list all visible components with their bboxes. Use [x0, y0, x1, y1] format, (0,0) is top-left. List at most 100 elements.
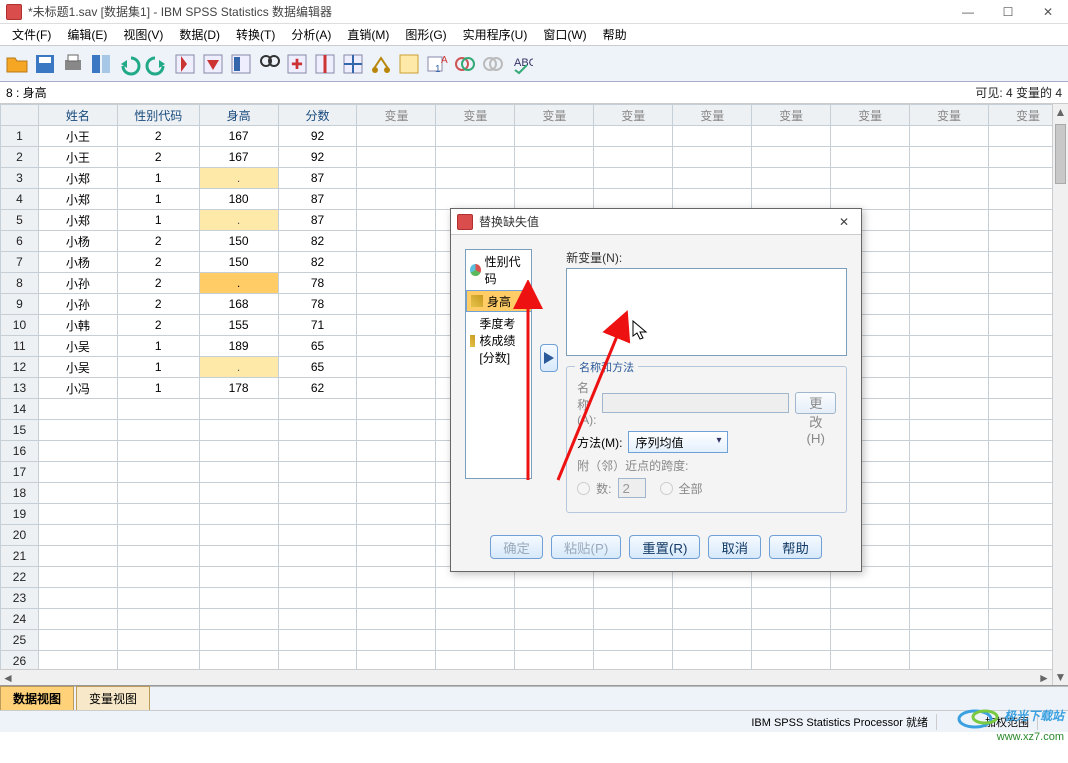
row-header[interactable]: 7	[1, 252, 39, 273]
method-select[interactable]: 序列均值	[628, 431, 728, 453]
menu-item-9[interactable]: 窗口(W)	[535, 24, 594, 45]
cell-reference[interactable]: 8 : 身高	[0, 84, 200, 101]
row-header[interactable]: 16	[1, 441, 39, 462]
ok-button[interactable]: 确定	[490, 535, 543, 559]
select-icon[interactable]	[396, 51, 422, 77]
sets-gray-icon[interactable]	[480, 51, 506, 77]
row-header[interactable]: 25	[1, 630, 39, 651]
menu-item-4[interactable]: 转换(T)	[228, 24, 283, 45]
insert-case-icon[interactable]: ✚	[284, 51, 310, 77]
save-icon[interactable]	[32, 51, 58, 77]
change-button[interactable]: 更改(H)	[795, 392, 836, 414]
row-header[interactable]: 20	[1, 525, 39, 546]
move-right-button[interactable]	[540, 344, 558, 372]
span-all-radio[interactable]	[660, 482, 673, 495]
scroll-thumb[interactable]	[1055, 124, 1066, 184]
row-header[interactable]: 5	[1, 210, 39, 231]
vertical-scrollbar[interactable]: ▲ ▼	[1052, 104, 1068, 685]
table-row[interactable]: 4小郑118087	[1, 189, 1068, 210]
weight-icon[interactable]	[368, 51, 394, 77]
row-header[interactable]: 4	[1, 189, 39, 210]
column-header-empty[interactable]: 变量	[910, 105, 989, 126]
redo-icon[interactable]	[144, 51, 170, 77]
table-row[interactable]: 23	[1, 588, 1068, 609]
value-labels-icon[interactable]: A1	[424, 51, 450, 77]
row-header[interactable]: 17	[1, 462, 39, 483]
column-header-empty[interactable]: 变量	[515, 105, 594, 126]
table-row[interactable]: 1小王216792	[1, 126, 1068, 147]
list-item[interactable]: 季度考核成绩 [分数]	[466, 312, 531, 369]
menu-item-1[interactable]: 编辑(E)	[59, 24, 115, 45]
row-header[interactable]: 24	[1, 609, 39, 630]
menu-item-10[interactable]: 帮助	[595, 24, 635, 45]
row-header[interactable]: 1	[1, 126, 39, 147]
scroll-left-arrow-icon[interactable]: ◄	[0, 670, 16, 685]
row-header[interactable]: 2	[1, 147, 39, 168]
column-header-empty[interactable]: 变量	[436, 105, 515, 126]
menu-item-8[interactable]: 实用程序(U)	[455, 24, 536, 45]
row-header[interactable]: 6	[1, 231, 39, 252]
row-header[interactable]: 18	[1, 483, 39, 504]
find-icon[interactable]	[256, 51, 282, 77]
sets-icon[interactable]	[452, 51, 478, 77]
column-header[interactable]: 身高	[199, 105, 278, 126]
span-number-radio[interactable]	[577, 482, 590, 495]
horizontal-scrollbar[interactable]: ◄ ►	[0, 669, 1052, 685]
row-header[interactable]: 15	[1, 420, 39, 441]
goto-var-icon[interactable]	[200, 51, 226, 77]
row-header[interactable]: 14	[1, 399, 39, 420]
row-header[interactable]: 3	[1, 168, 39, 189]
tab-variable-view[interactable]: 变量视图	[76, 686, 150, 710]
menu-item-2[interactable]: 视图(V)	[115, 24, 171, 45]
reset-button[interactable]: 重置(R)	[629, 535, 700, 559]
list-item[interactable]: 性别代码	[466, 250, 531, 290]
maximize-button[interactable]: ☐	[988, 0, 1028, 24]
column-header[interactable]: 性别代码	[117, 105, 199, 126]
row-header[interactable]: 10	[1, 315, 39, 336]
column-header-empty[interactable]: 变量	[752, 105, 831, 126]
column-header-empty[interactable]: 变量	[673, 105, 752, 126]
table-row[interactable]: 24	[1, 609, 1068, 630]
scroll-right-arrow-icon[interactable]: ►	[1036, 670, 1052, 685]
span-number-input[interactable]	[618, 478, 646, 498]
row-header[interactable]: 23	[1, 588, 39, 609]
dialog-close-button[interactable]: ✕	[833, 212, 855, 232]
row-header[interactable]: 9	[1, 294, 39, 315]
menu-item-0[interactable]: 文件(F)	[4, 24, 59, 45]
column-header-empty[interactable]: 变量	[831, 105, 910, 126]
row-header[interactable]: 8	[1, 273, 39, 294]
name-input[interactable]	[602, 393, 789, 413]
undo-icon[interactable]	[116, 51, 142, 77]
menu-item-6[interactable]: 直销(M)	[339, 24, 397, 45]
list-item[interactable]: 身高	[466, 290, 532, 312]
menu-item-3[interactable]: 数据(D)	[171, 24, 228, 45]
source-variable-list[interactable]: 性别代码身高季度考核成绩 [分数]	[465, 249, 532, 479]
tab-data-view[interactable]: 数据视图	[0, 686, 74, 710]
open-icon[interactable]	[4, 51, 30, 77]
scroll-up-arrow-icon[interactable]: ▲	[1053, 104, 1068, 120]
row-header[interactable]: 22	[1, 567, 39, 588]
table-row[interactable]: 2小王216792	[1, 147, 1068, 168]
dialog-titlebar[interactable]: 替换缺失值 ✕	[451, 209, 861, 235]
insert-var-icon[interactable]	[312, 51, 338, 77]
goto-case-icon[interactable]	[172, 51, 198, 77]
spellcheck-icon[interactable]: ABC	[508, 51, 534, 77]
help-button[interactable]: 帮助	[769, 535, 822, 559]
row-header[interactable]: 19	[1, 504, 39, 525]
paste-button[interactable]: 粘贴(P)	[551, 535, 621, 559]
close-button[interactable]: ✕	[1028, 0, 1068, 24]
minimize-button[interactable]: —	[948, 0, 988, 24]
table-row[interactable]: 3小郑1.87	[1, 168, 1068, 189]
print-icon[interactable]	[60, 51, 86, 77]
row-header[interactable]: 11	[1, 336, 39, 357]
menu-item-5[interactable]: 分析(A)	[283, 24, 339, 45]
column-header[interactable]: 姓名	[38, 105, 117, 126]
menu-item-7[interactable]: 图形(G)	[397, 24, 454, 45]
row-header[interactable]: 13	[1, 378, 39, 399]
row-header[interactable]: 21	[1, 546, 39, 567]
column-header[interactable]: 分数	[278, 105, 357, 126]
column-header-empty[interactable]: 变量	[357, 105, 436, 126]
recall-icon[interactable]	[88, 51, 114, 77]
row-header[interactable]: 12	[1, 357, 39, 378]
scroll-down-arrow-icon[interactable]: ▼	[1053, 669, 1068, 685]
